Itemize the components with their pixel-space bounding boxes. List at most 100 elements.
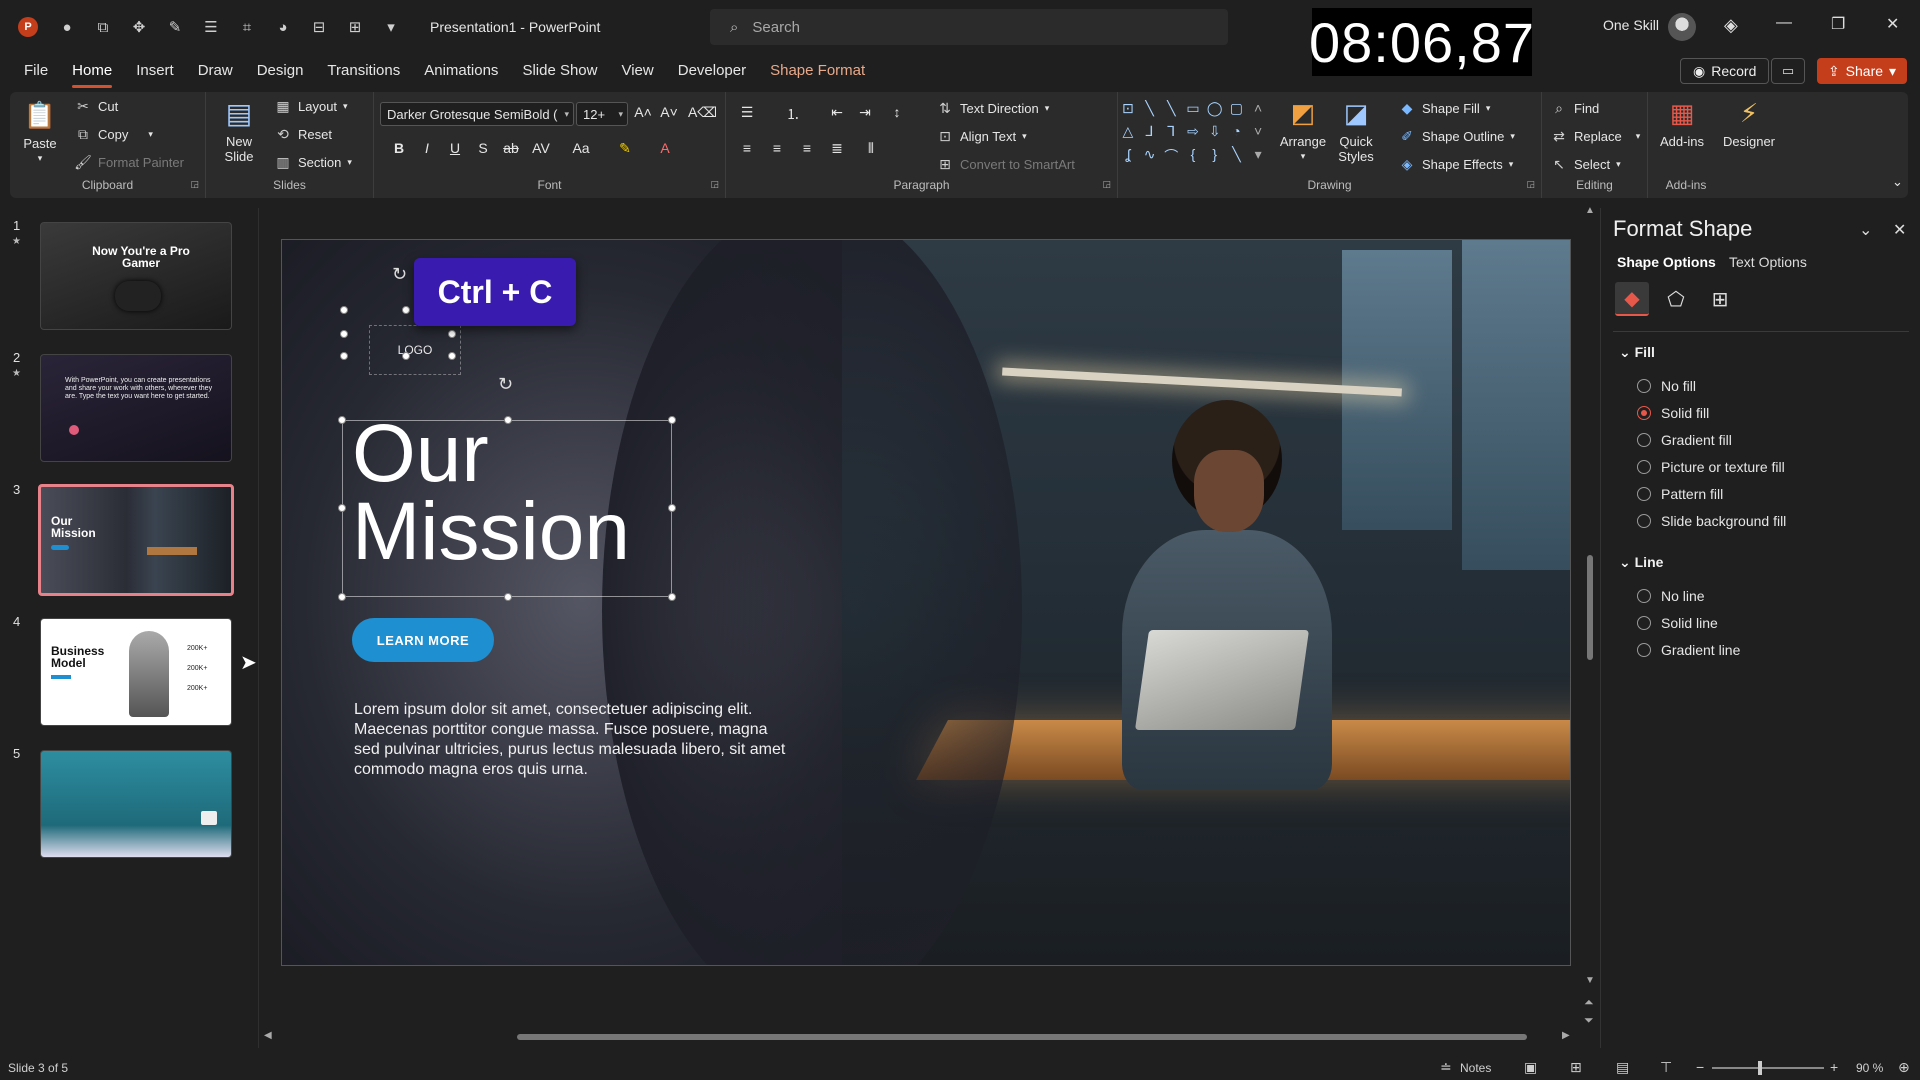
slide-thumbnail-4[interactable]: Business Model 200K+ 200K+ 200K+ — [40, 618, 232, 726]
tab-slide-show[interactable]: Slide Show — [510, 56, 609, 88]
zoom-in-icon[interactable]: + — [1830, 1059, 1838, 1075]
brace-left-shape-icon[interactable]: { — [1183, 146, 1203, 170]
elbow-shape-icon[interactable]: ⅃ — [1140, 123, 1160, 144]
change-case-icon[interactable]: Aa — [570, 140, 592, 156]
radio-pattern-fill[interactable]: Pattern fill — [1637, 486, 1723, 502]
radio-gradient-line[interactable]: Gradient line — [1637, 642, 1740, 658]
slide-body-text[interactable]: Lorem ipsum dolor sit amet, consectetuer… — [354, 700, 794, 780]
font-size-combo[interactable]: 12+ ▾ — [576, 102, 628, 126]
decrease-font-size-icon[interactable]: A˅ — [658, 104, 680, 120]
bullets-icon[interactable]: ☰ — [736, 104, 758, 121]
zoom-level[interactable]: 90 % — [1856, 1061, 1883, 1075]
strikethrough-icon[interactable]: ab — [500, 140, 522, 156]
search-box[interactable]: ⌕ Search — [710, 9, 1228, 45]
radio-no-line[interactable]: No line — [1637, 588, 1705, 604]
vertical-scroll-thumb[interactable] — [1587, 555, 1593, 660]
fit-to-window-icon[interactable]: ⊕ — [1898, 1059, 1910, 1076]
shapes-gallery[interactable]: ⊡ ╲ ╲ ▭ ◯ ▢ ˄ △ ⅃ ⅂ ⇨ ⇩ ◔ ˅ ʆ ∿ ⌒{} ╲ ▾ — [1118, 100, 1268, 170]
decrease-indent-icon[interactable]: ⇤ — [826, 104, 848, 121]
triangle-shape-icon[interactable]: △ — [1118, 123, 1138, 144]
increase-font-size-icon[interactable]: A˄ — [632, 104, 654, 120]
fill-color-icon[interactable]: ◕ — [272, 19, 294, 36]
underline-icon[interactable]: U — [444, 140, 466, 156]
horizontal-scroll-thumb[interactable] — [517, 1034, 1527, 1040]
text-direction-button[interactable]: ⇅ Text Direction ▾ — [936, 100, 1049, 117]
tab-shape-options[interactable]: Shape Options — [1617, 254, 1716, 270]
zoom-slider-knob[interactable] — [1758, 1061, 1763, 1075]
slide-thumbnail-1[interactable]: Now You're a Pro Gamer — [40, 222, 232, 330]
connector-shape-icon[interactable]: ⅂ — [1161, 123, 1181, 144]
tab-transitions[interactable]: Transitions — [315, 56, 412, 88]
logo-handle[interactable] — [448, 352, 456, 360]
arrow-shape-icon[interactable]: ⇨ — [1183, 123, 1203, 144]
align-center-icon[interactable]: ≡ — [766, 140, 788, 156]
new-slide-button[interactable]: ▤ New Slide — [214, 96, 264, 164]
section-button[interactable]: ▥ Section ▾ — [274, 154, 352, 171]
tab-view[interactable]: View — [609, 56, 665, 88]
slide-thumbnail-5[interactable] — [40, 750, 232, 858]
title-handle[interactable] — [338, 593, 346, 601]
convert-smartart-button[interactable]: ⊞ Convert to SmartArt — [936, 156, 1075, 173]
normal-view-icon[interactable]: ▣ — [1524, 1059, 1537, 1076]
tab-developer[interactable]: Developer — [666, 56, 758, 88]
cut-button[interactable]: ✂ Cut — [74, 98, 118, 115]
title-handle[interactable] — [338, 416, 346, 424]
slide-canvas[interactable]: LOGO ↻ ↻ Our Mission LEARN MORE Lorem ip… — [281, 239, 1571, 966]
pane-options-icon[interactable]: ⌄ — [1859, 220, 1872, 240]
tab-text-options[interactable]: Text Options — [1729, 254, 1807, 270]
zoom-out-icon[interactable]: − — [1696, 1059, 1704, 1075]
shape-effects-button[interactable]: ◈ Shape Effects ▾ — [1398, 156, 1514, 173]
paste-button[interactable]: 📋 Paste ▾ — [20, 98, 60, 166]
curve-shape-icon[interactable]: ∿ — [1140, 146, 1160, 170]
autosave-icon[interactable]: ● — [56, 19, 78, 36]
title-handle[interactable] — [504, 593, 512, 601]
font-color-icon[interactable]: A — [654, 140, 676, 156]
tab-animations[interactable]: Animations — [412, 56, 510, 88]
paragraph-launcher-icon[interactable]: ◲ — [1102, 179, 1111, 190]
notes-icon[interactable]: ≐ — [1440, 1059, 1452, 1076]
radio-gradient-fill[interactable]: Gradient fill — [1637, 432, 1732, 448]
previous-slide-icon[interactable]: ⏶ — [1584, 995, 1594, 1010]
logo-handle[interactable] — [448, 330, 456, 338]
slide-thumbnail-3[interactable]: Our Mission — [38, 484, 234, 596]
align-icon[interactable]: ⊟ — [308, 18, 330, 36]
slideshow-view-icon[interactable]: ⊤ — [1660, 1059, 1672, 1076]
record-button[interactable]: ◉ Record — [1680, 58, 1770, 84]
learn-more-button[interactable]: LEARN MORE — [352, 618, 494, 662]
bold-icon[interactable]: B — [388, 140, 410, 156]
gallery-more-icon[interactable]: ▾ — [1248, 146, 1268, 170]
increase-indent-icon[interactable]: ⇥ — [854, 104, 876, 121]
tab-insert[interactable]: Insert — [124, 56, 186, 88]
zoom-slider[interactable] — [1712, 1067, 1824, 1069]
shadow-icon[interactable]: S — [472, 140, 494, 156]
customize-qat-icon[interactable]: ▾ — [380, 18, 402, 36]
font-name-combo[interactable]: Darker Grotesque SemiBold (▾ — [380, 102, 574, 126]
line-shape-icon[interactable]: ╲ — [1140, 100, 1160, 121]
diagonal-shape-icon[interactable]: ╲ — [1227, 146, 1247, 170]
logo-handle[interactable] — [340, 306, 348, 314]
logo-handle[interactable] — [340, 330, 348, 338]
replace-button[interactable]: ⇄ Replace ▾ — [1550, 128, 1640, 145]
title-handle[interactable] — [338, 504, 346, 512]
quick-styles-button[interactable]: ◪ Quick Styles — [1332, 96, 1380, 165]
tab-design[interactable]: Design — [245, 56, 316, 88]
share-button[interactable]: ⇪ Share ▾ — [1817, 58, 1907, 84]
arrange-button[interactable]: ◩ Arrange ▾ — [1276, 96, 1330, 164]
justify-icon[interactable]: ≣ — [826, 140, 848, 157]
find-button[interactable]: ⌕ Find — [1550, 100, 1599, 117]
title-handle[interactable] — [668, 593, 676, 601]
user-name[interactable]: One Skill — [1603, 17, 1659, 33]
tab-shape-format[interactable]: Shape Format — [758, 56, 877, 88]
numbering-icon[interactable]: ⒈ — [782, 104, 804, 124]
italic-icon[interactable]: I — [416, 140, 438, 156]
tab-file[interactable]: File — [12, 56, 60, 88]
restore-icon[interactable]: ❐ — [1831, 14, 1845, 34]
columns-icon[interactable]: ⫴ — [860, 140, 882, 157]
notes-button[interactable]: Notes — [1460, 1061, 1491, 1075]
copy-button[interactable]: ⧉ Copy ▾ — [74, 126, 153, 143]
addins-button[interactable]: ▦ Add-ins — [1654, 96, 1710, 150]
logo-handle[interactable] — [402, 352, 410, 360]
tab-draw[interactable]: Draw — [186, 56, 245, 88]
oval-shape-icon[interactable]: ◯ — [1205, 100, 1225, 121]
slide-sorter-icon[interactable]: ⊞ — [1570, 1059, 1582, 1076]
